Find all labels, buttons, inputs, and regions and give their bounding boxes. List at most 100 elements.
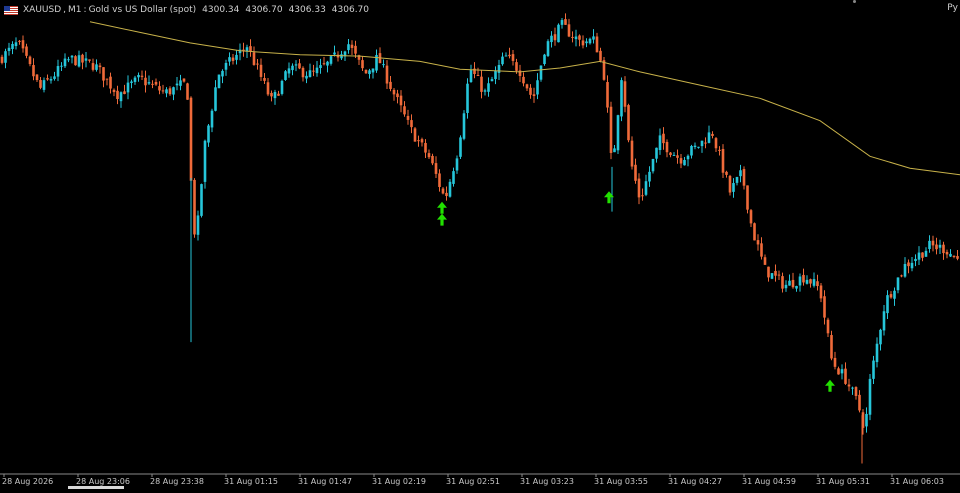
candle-body [630,140,634,167]
candle [497,59,501,81]
candle [728,174,732,196]
candle-body [718,149,721,151]
candle-body [158,86,161,91]
candle [805,275,809,285]
candle-body [119,92,123,102]
candle-body [39,80,42,88]
indicator-label: Py [947,3,958,13]
candle-body [340,54,343,59]
candle-body [60,65,63,67]
candle [469,64,473,83]
candle [21,35,25,53]
candle [921,252,924,262]
candle [693,142,697,150]
candle [781,272,784,293]
candle-body [900,275,903,277]
candle-body [616,115,620,151]
candle-body [326,61,329,66]
candle [686,154,690,167]
candle [413,126,417,142]
candle [896,277,900,294]
candle [606,75,609,113]
candle [872,355,875,384]
candle-body [214,87,217,111]
candle-body [196,215,200,235]
candle [753,222,756,241]
candle-body [91,63,95,70]
candle-body [42,80,46,90]
candle [658,128,662,155]
flag-icon [4,5,18,15]
candle-body [917,252,921,260]
candle [882,304,886,336]
candle [942,241,945,260]
candle-body [532,94,536,97]
candle [354,40,357,59]
candle [819,282,823,303]
candle [326,60,329,73]
candle [147,75,151,86]
candle-body [11,43,14,49]
candle [312,64,315,77]
candle-body [823,296,826,318]
candle [662,127,665,150]
candle [448,178,452,198]
candle-body [725,171,728,175]
candle-body [224,62,228,70]
candle-body [487,83,490,92]
candle-body [235,54,238,60]
candle [322,57,326,66]
x-tick-label: 31 Aug 05:31 [816,477,870,486]
high-price: 4306.70 [245,5,283,15]
candle [952,255,956,259]
candle-body [438,173,441,187]
candle [746,185,749,214]
candle [0,54,4,65]
candle-body [763,257,767,265]
candle [504,52,508,57]
candle-body [627,105,630,141]
candle [39,76,42,90]
candle-body [116,90,119,100]
candle-body [74,56,77,66]
candle-body [319,65,322,68]
candle-body [893,290,896,299]
candle-body [924,250,928,257]
candle [875,337,879,368]
candle [592,29,595,44]
candle-body [819,285,823,299]
candle [844,362,847,385]
candle-body [606,82,609,108]
candle [109,72,112,94]
candle-body [441,188,445,194]
candle-body [259,64,263,77]
price-chart[interactable]: 28 Aug 2026 28 Aug 23:06 28 Aug 23:38 31 Au… [0,0,960,489]
candle [683,157,686,166]
candle [256,58,259,70]
candle [130,79,133,89]
candle-body [830,335,833,359]
candle [630,136,634,170]
candle-body [480,76,483,92]
candle-body [662,133,665,144]
candle-body [67,59,70,61]
candle-body [368,70,371,75]
candle [399,90,403,113]
candle [651,158,655,174]
candle [560,18,564,29]
candle-body [644,181,648,195]
chart-canvas[interactable]: 28 Aug 2026 28 Aug 23:06 28 Aug 23:38 31 Au… [0,0,960,489]
candle [294,60,298,72]
candle [151,80,154,89]
candle [60,62,63,71]
candle-body [728,175,732,193]
candle-body [938,244,942,248]
candle [763,254,767,266]
candle-body [175,83,179,86]
candle-body [490,79,494,82]
candle-body [179,80,182,86]
candle-body [648,171,651,182]
candle-body [896,277,900,291]
candle-body [707,132,711,143]
candle [329,55,333,66]
